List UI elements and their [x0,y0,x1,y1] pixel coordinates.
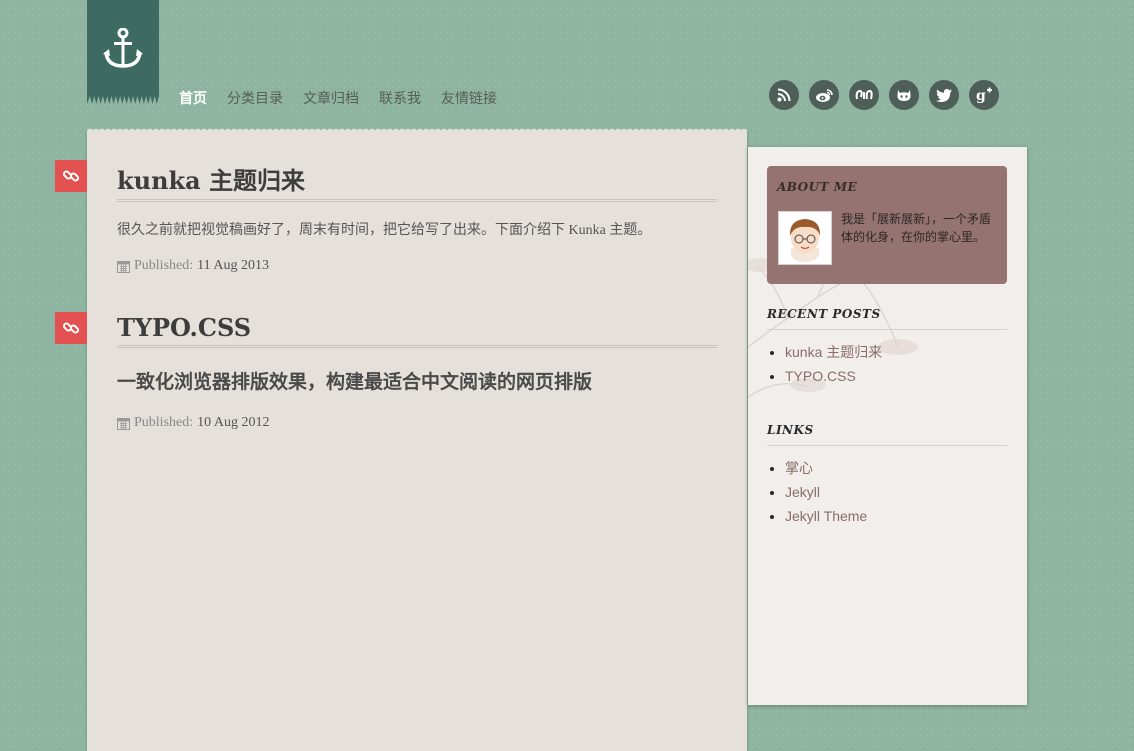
weibo-button[interactable] [809,80,839,110]
nav-friend-links[interactable]: 友情链接 [441,88,497,108]
avatar [778,211,832,265]
main-nav: 首页 分类目录 文章归档 联系我 友情链接 [179,88,497,108]
recent-post-link[interactable]: TYPO.CSS [785,368,856,384]
site-logo[interactable] [87,0,159,104]
nav-contact[interactable]: 联系我 [379,88,421,108]
post-excerpt: 很久之前就把视觉稿画好了，周末有时间，把它给写了出来。下面介绍下 Kunka 主… [117,223,652,238]
recent-posts-section: RECENT POSTS kunka 主题归来 TYPO.CSS [767,307,1007,388]
post-title[interactable]: TYPO.CSS [117,313,717,348]
post-meta: Published: 10 Aug 2012 [117,415,717,431]
published-label: Published: [134,415,194,430]
twitter-icon [936,88,952,102]
nav-archive[interactable]: 文章归档 [303,88,359,108]
calendar-icon [117,417,130,430]
friend-link[interactable]: 掌心 [785,460,813,476]
post-list: kunka 主题归来 很久之前就把视觉稿画好了，周末有时间，把它给写了出来。下面… [87,127,747,751]
anchor-icon [103,28,143,68]
github-button[interactable] [889,80,919,110]
list-item: Jekyll [785,480,1007,504]
about-text: 我是「展新展新」，一个矛盾体的化身，在你的掌心里。 [841,212,992,244]
calendar-icon [117,260,130,273]
douban-button[interactable] [849,80,879,110]
list-item: Jekyll Theme [785,504,1007,528]
permalink-tag[interactable] [55,312,87,344]
social-links: g [769,80,999,110]
links-section: LINKS 掌心 Jekyll Jekyll Theme [767,423,1007,528]
twitter-button[interactable] [929,80,959,110]
post-excerpt: 一致化浏览器排版效果，构建最适合中文阅读的网页排版 [117,372,593,393]
douban-icon [855,89,873,100]
post-date: 10 Aug 2012 [197,415,270,430]
post-item: TYPO.CSS 一致化浏览器排版效果，构建最适合中文阅读的网页排版 Publi… [117,313,717,431]
weibo-icon [816,88,833,102]
links-title: LINKS [767,423,1007,446]
about-title: ABOUT ME [777,180,858,194]
post-item: kunka 主题归来 很久之前就把视觉稿画好了，周末有时间，把它给写了出来。下面… [117,161,717,274]
list-item: TYPO.CSS [785,364,1007,388]
post-meta: Published: 11 Aug 2013 [117,258,717,274]
nav-categories[interactable]: 分类目录 [227,88,283,108]
nav-home[interactable]: 首页 [179,88,207,108]
friend-link[interactable]: Jekyll Theme [785,508,867,524]
friend-link[interactable]: Jekyll [785,484,820,500]
github-icon [897,90,911,101]
link-icon [62,322,80,334]
recent-post-link[interactable]: kunka 主题归来 [785,344,882,360]
rss-button[interactable] [769,80,799,110]
recent-posts-title: RECENT POSTS [767,307,1007,330]
svg-text:g: g [976,88,986,104]
permalink-tag[interactable] [55,160,87,192]
post-title[interactable]: kunka 主题归来 [117,161,717,202]
published-label: Published: [134,258,194,273]
list-item: 掌心 [785,456,1007,480]
list-item: kunka 主题归来 [785,340,1007,364]
sidebar: ABOUT ME 我是「展新展新」，一个矛盾体的化身，在你的掌心里。 RECEN… [748,147,1027,705]
google-plus-icon: g [976,87,992,104]
link-icon [62,170,80,182]
post-date: 11 Aug 2013 [197,258,269,273]
google-plus-button[interactable]: g [969,80,999,110]
about-me-box: ABOUT ME 我是「展新展新」，一个矛盾体的化身，在你的掌心里。 [767,166,1007,284]
rss-icon [777,88,791,102]
